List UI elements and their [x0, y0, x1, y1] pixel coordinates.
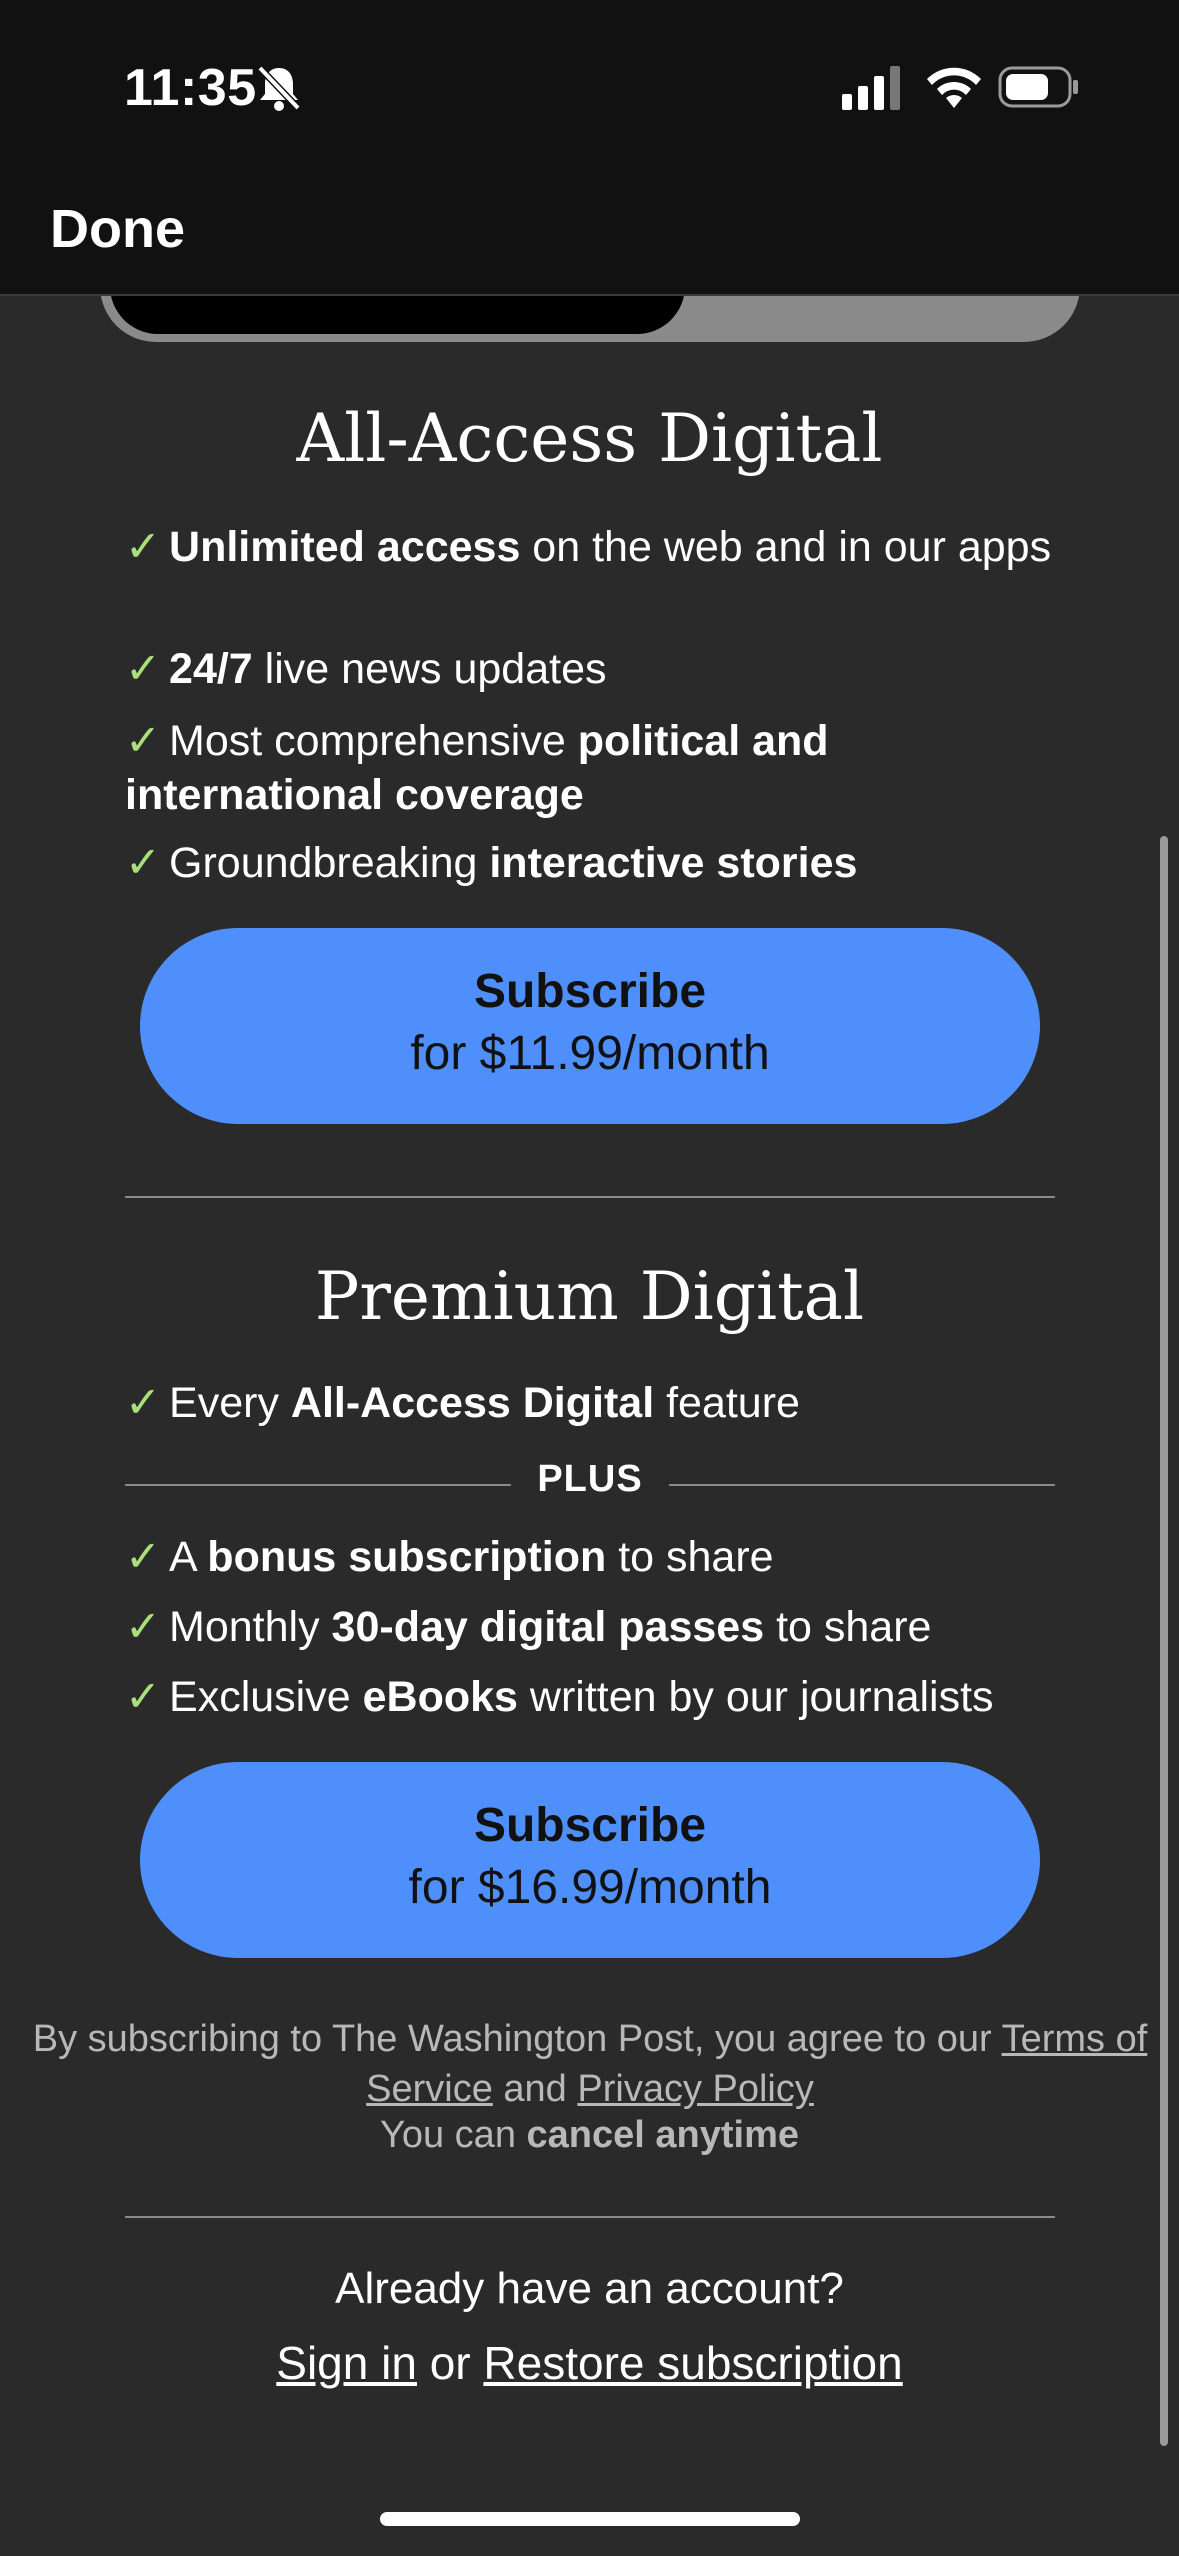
checkmark-icon: ✓: [125, 645, 162, 693]
legal-text: By subscribing to The Washington Post, y…: [32, 2018, 1148, 2110]
status-time: 11:35: [124, 59, 257, 117]
sign-in-link[interactable]: Sign in: [276, 2337, 417, 2389]
subscribe-price: for $11.99/month: [410, 1027, 770, 1080]
scrollbar[interactable]: [1160, 836, 1168, 2446]
nav-bar: Done: [0, 170, 1179, 296]
done-button[interactable]: Done: [50, 198, 185, 260]
checkmark-icon: ✓: [125, 1379, 162, 1427]
account-question: Already have an account?: [335, 2264, 844, 2313]
home-indicator[interactable]: [380, 2512, 800, 2526]
feature-item: ✓ Exclusive eBooks written by our journal…: [125, 1673, 994, 1721]
feature-item: ✓ Monthly 30-day digital passes to share: [125, 1603, 932, 1651]
subscribe-all-access-button[interactable]: Subscribe for $11.99/month: [140, 928, 1040, 1124]
section-divider: [125, 2216, 1055, 2218]
checkmark-icon: ✓: [125, 839, 162, 887]
feature-item: ✓ Most comprehensive political and intern…: [125, 717, 829, 819]
feature-item: ✓ 24/7 live news updates: [125, 645, 607, 693]
feature-item: ✓ Every All-Access Digital feature: [125, 1379, 800, 1427]
checkmark-icon: ✓: [125, 1533, 162, 1581]
subscribe-price: for $16.99/month: [408, 1861, 772, 1914]
plan-title-all-access: All-Access Digital: [296, 400, 883, 477]
plan-title-premium: Premium Digital: [314, 1258, 865, 1335]
account-links: Sign in or Restore subscription: [276, 2337, 903, 2389]
checkmark-icon: ✓: [125, 717, 162, 765]
cellular-signal-icon: [842, 66, 900, 110]
plus-separator: PLUS: [125, 1454, 1055, 1514]
cancel-note: You can cancel anytime: [380, 2114, 799, 2156]
wifi-icon: [927, 67, 981, 108]
checkmark-icon: ✓: [125, 1603, 162, 1651]
bell-slash-icon: [257, 65, 301, 111]
checkmark-icon: ✓: [125, 523, 162, 571]
feature-item: ✓ A bonus subscription to share: [125, 1533, 774, 1581]
subscribe-premium-button[interactable]: Subscribe for $16.99/month: [140, 1762, 1040, 1958]
feature-item: ✓ Unlimited access on the web and in our …: [125, 523, 1052, 571]
checkmark-icon: ✓: [125, 1673, 162, 1721]
battery-icon: [998, 66, 1078, 108]
status-bar: 11:35: [0, 0, 1179, 170]
section-divider: [125, 1196, 1055, 1198]
subscribe-label: Subscribe: [473, 965, 707, 1018]
plus-label: PLUS: [537, 1458, 643, 1500]
subscribe-label: Subscribe: [473, 1799, 707, 1852]
restore-subscription-link[interactable]: Restore subscription: [483, 2337, 902, 2389]
privacy-policy-link[interactable]: Privacy Policy: [577, 2068, 814, 2110]
feature-item: ✓ Groundbreaking interactive stories: [125, 839, 858, 887]
